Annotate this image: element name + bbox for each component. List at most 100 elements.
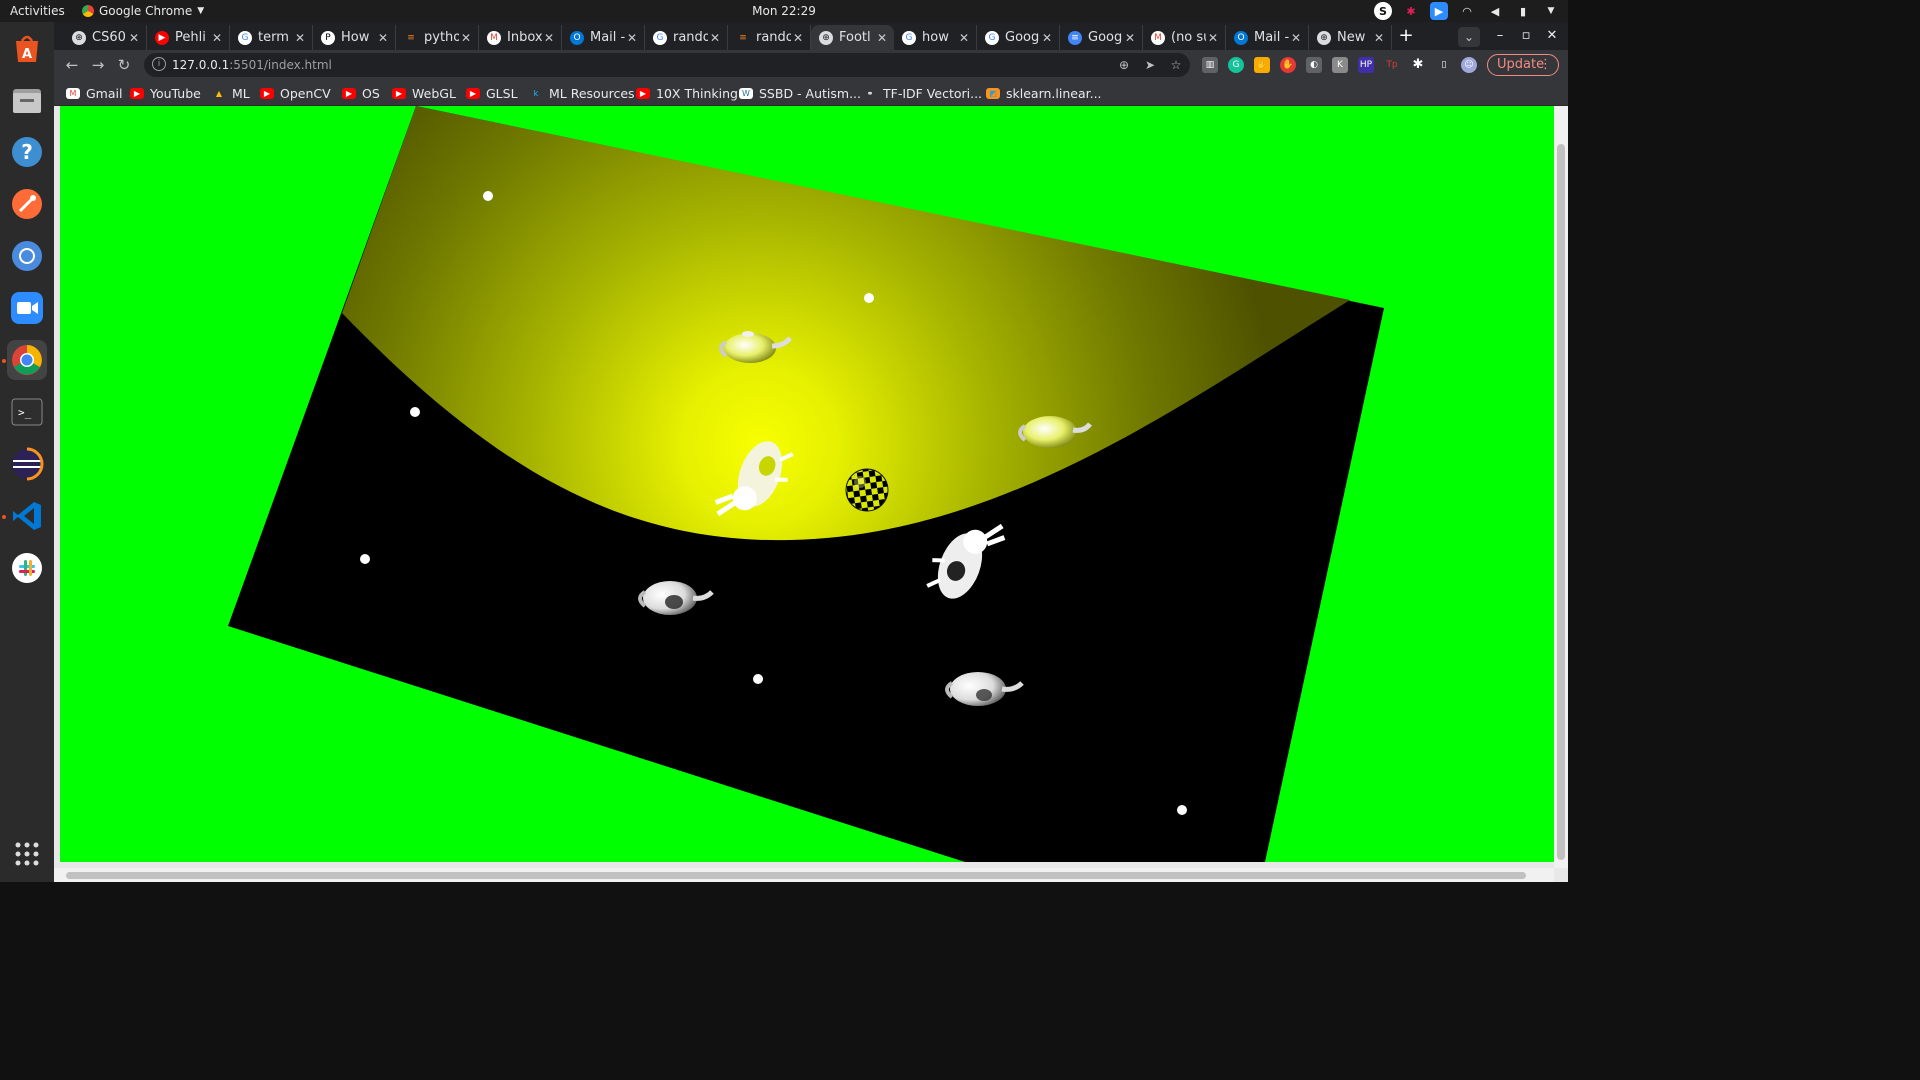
close-tab-icon[interactable]: ✕ — [875, 31, 889, 45]
close-tab-icon[interactable]: ✕ — [1289, 31, 1303, 45]
close-tab-icon[interactable]: ✕ — [1372, 31, 1386, 45]
bookmark-item[interactable]: ▶ YouTube — [130, 85, 201, 101]
tab[interactable]: P How ✕ — [313, 25, 396, 50]
new-tab-button[interactable]: + — [1395, 25, 1417, 47]
close-tab-icon[interactable]: ✕ — [1206, 31, 1220, 45]
close-tab-icon[interactable]: ✕ — [708, 31, 722, 45]
postman-icon[interactable] — [7, 184, 47, 224]
bookmark-item[interactable]: ▶ WebGL — [392, 85, 456, 101]
bookmark-item[interactable]: ▶ GLSL — [466, 85, 518, 101]
forward-button[interactable]: → — [88, 55, 108, 75]
zoom-icon[interactable] — [7, 288, 47, 328]
site-info-icon[interactable]: i — [152, 57, 166, 71]
more-menu-icon[interactable]: ⋮ — [1539, 55, 1552, 75]
minimize-button[interactable]: – — [1490, 26, 1510, 46]
tab[interactable]: M Inbox ✕ — [479, 25, 562, 50]
vscode-icon[interactable] — [7, 496, 47, 536]
chevron-down-icon[interactable]: ▼ — [1542, 2, 1560, 20]
side-panel-icon[interactable]: ▯ — [1436, 57, 1452, 73]
reload-button[interactable]: ↻ — [114, 55, 134, 75]
tab-search-button[interactable]: ⌄ — [1458, 27, 1480, 47]
scroll-thumb[interactable] — [66, 872, 1526, 879]
bookmark-item[interactable]: ◩ sklearn.linear... — [986, 85, 1102, 101]
close-tab-icon[interactable]: ✕ — [625, 31, 639, 45]
tab-title: rando — [673, 30, 708, 45]
bookmark-item[interactable]: k ML Resources — [529, 85, 635, 101]
close-tab-icon[interactable]: ✕ — [791, 31, 805, 45]
kami-extension-icon[interactable]: K — [1332, 57, 1348, 73]
hand-extension-icon[interactable]: ✋ — [1254, 57, 1270, 73]
chrome-page-icon: ⊕ — [72, 30, 86, 45]
webgl-canvas[interactable] — [60, 106, 1554, 862]
extension-icon[interactable]: ◐ — [1306, 57, 1322, 73]
eclipse-icon[interactable] — [7, 444, 47, 484]
zoom-tray-icon[interactable]: ▶ — [1430, 2, 1448, 20]
bookmark-item[interactable]: M Gmail — [66, 85, 122, 101]
adblock-icon[interactable]: ✋ — [1280, 57, 1296, 73]
tab[interactable]: ⊕ CS60 ✕ — [64, 25, 147, 50]
horizontal-scrollbar[interactable] — [54, 868, 1554, 882]
tab[interactable]: ▶ Pehli ✕ — [147, 25, 230, 50]
close-tab-icon[interactable]: ✕ — [459, 31, 473, 45]
clock[interactable]: Mon 22:29 — [752, 4, 816, 18]
address-bar[interactable]: i 127.0.0.1:5501/index.html ⊕ ➤ ☆ — [144, 53, 1190, 77]
vertical-scrollbar[interactable] — [1554, 106, 1568, 868]
bookmark-item[interactable]: ⚭ TF-IDF Vectori... — [863, 85, 982, 101]
system-tray[interactable]: S ✱ ▶ ◠ ◀ ▮ ▼ — [1374, 2, 1560, 20]
app-menu[interactable]: Google Chrome ▼ — [82, 4, 204, 18]
bookmark-item[interactable]: ▶ 10X Thinking — [636, 85, 738, 101]
close-tab-icon[interactable]: ✕ — [293, 31, 307, 45]
tab[interactable]: Ghow ✕ — [894, 25, 977, 50]
tab[interactable]: ≡ pytho ✕ — [396, 25, 479, 50]
tp-extension-icon[interactable]: Tp — [1384, 57, 1400, 73]
close-tab-icon[interactable]: ✕ — [376, 31, 390, 45]
close-tab-icon[interactable]: ✕ — [957, 31, 971, 45]
close-tab-icon[interactable]: ✕ — [210, 31, 224, 45]
activities-button[interactable]: Activities — [10, 4, 65, 18]
tab[interactable]: ≡ Goog ✕ — [1060, 25, 1143, 50]
tab[interactable]: M (no su✕ — [1143, 25, 1226, 50]
close-tab-icon[interactable]: ✕ — [542, 31, 556, 45]
wifi-icon[interactable]: ◠ — [1458, 2, 1476, 20]
profile-avatar[interactable]: ☺ — [1461, 57, 1477, 73]
grammarly-icon[interactable]: G — [1228, 57, 1244, 73]
send-icon[interactable]: ➤ — [1142, 57, 1158, 73]
close-tab-icon[interactable]: ✕ — [127, 31, 141, 45]
tab[interactable]: G Goog ✕ — [977, 25, 1060, 50]
show-applications-icon[interactable] — [7, 834, 47, 874]
maximize-button[interactable]: ▫ — [1516, 26, 1536, 46]
tab[interactable]: O Mail - ✕ — [1226, 25, 1309, 50]
scroll-thumb[interactable] — [1557, 144, 1565, 860]
tab[interactable]: ≡ rando ✕ — [728, 25, 811, 50]
files-icon[interactable] — [7, 80, 47, 120]
battery-icon[interactable]: ▮ — [1514, 2, 1532, 20]
bookmark-item[interactable]: W SSBD - Autism... — [739, 85, 861, 101]
analytics-extension-icon[interactable]: ▥ — [1202, 57, 1218, 73]
zoom-icon[interactable]: ⊕ — [1116, 57, 1132, 73]
update-button[interactable]: Update ⋮ — [1487, 54, 1559, 76]
slack-tray-icon[interactable]: ✱ — [1402, 2, 1420, 20]
chromium-icon[interactable] — [7, 236, 47, 276]
back-button[interactable]: ← — [62, 55, 82, 75]
chrome-icon[interactable] — [7, 340, 47, 380]
help-icon[interactable]: ? — [7, 132, 47, 172]
puzzle-icon[interactable]: ✱ — [1410, 57, 1426, 73]
software-center-icon[interactable]: A — [7, 28, 47, 68]
slack-icon[interactable] — [7, 548, 47, 588]
bookmark-item[interactable]: ▶ OpenCV — [260, 85, 331, 101]
tab[interactable]: Grando ✕ — [645, 25, 728, 50]
bookmark-item[interactable]: ▲ ML — [212, 85, 250, 101]
volume-icon[interactable]: ◀ — [1486, 2, 1504, 20]
close-tab-icon[interactable]: ✕ — [1040, 31, 1054, 45]
tab[interactable]: Gterm ✕ — [230, 25, 313, 50]
bookmark-star-icon[interactable]: ☆ — [1168, 57, 1184, 73]
close-window-button[interactable]: ✕ — [1542, 26, 1562, 46]
bookmark-item[interactable]: ▶ OS — [342, 85, 380, 101]
terminal-icon[interactable]: >_ — [7, 392, 47, 432]
tab[interactable]: ⊕ Footl ✕ — [811, 25, 894, 50]
close-tab-icon[interactable]: ✕ — [1123, 31, 1137, 45]
hp-extension-icon[interactable]: HP — [1358, 57, 1374, 73]
skype-icon[interactable]: S — [1374, 2, 1392, 20]
tab[interactable]: ⊕ New ✕ — [1309, 25, 1392, 50]
tab[interactable]: O Mail - ✕ — [562, 25, 645, 50]
